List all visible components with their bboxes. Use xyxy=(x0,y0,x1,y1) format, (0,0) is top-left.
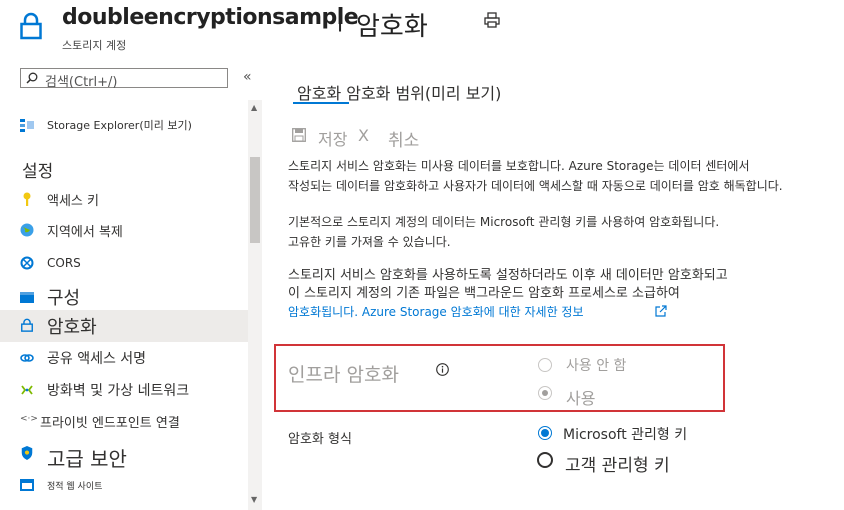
network-icon xyxy=(21,385,33,395)
infra-enabled-label: 사용 xyxy=(566,389,596,408)
website-icon xyxy=(20,479,34,491)
description-existing-files: 스토리지 서비스 암호화를 사용하도록 설정하더라도 이후 새 데이터만 암호화… xyxy=(288,267,828,322)
sidebar-item-label: 구성 xyxy=(47,288,81,309)
discard-button[interactable]: X xyxy=(358,126,369,145)
resource-name: doubleencryptionsample xyxy=(62,5,359,30)
sidebar-item-label: 프라이빗 엔드포인트 연결 xyxy=(40,415,180,431)
tab-encryption[interactable]: 암호화 암호화 범위(미리 보기) xyxy=(297,80,501,104)
info-icon[interactable] xyxy=(436,363,449,376)
storage-explorer-icon xyxy=(20,119,34,132)
configuration-icon xyxy=(20,292,34,303)
description-line: 고유한 키를 가져올 수 있습니다. xyxy=(288,235,451,249)
key-icon xyxy=(23,192,31,206)
customer-managed-key-label: 고객 관리형 키 xyxy=(565,456,670,476)
sidebar-item-shared-access-signature[interactable]: 공유 액세스 서명 xyxy=(0,347,248,369)
scroll-up-icon[interactable]: ▲ xyxy=(251,103,257,112)
sidebar-item-label: 암호화 xyxy=(47,317,97,338)
sidebar-item-label: 고급 보안 xyxy=(47,446,127,471)
microsoft-managed-key-radio[interactable] xyxy=(538,426,552,440)
title-separator: | xyxy=(336,4,345,32)
save-button[interactable]: 저장 xyxy=(318,126,347,150)
sidebar-item-label: CORS xyxy=(47,256,81,270)
search-placeholder: 검색(Ctrl+/) xyxy=(45,75,118,90)
globe-icon xyxy=(20,223,34,237)
infrastructure-encryption-label: 인프라 암호화 xyxy=(288,364,399,386)
description-storage-encryption: 스토리지 서비스 암호화는 미사용 데이터를 보호합니다. Azure Stor… xyxy=(288,156,828,196)
sidebar-item-firewall-vnet[interactable]: 방화벽 및 가상 네트워크 xyxy=(0,379,248,401)
sidebar-item-cors[interactable]: CORS xyxy=(0,252,248,274)
sidebar-item-advanced-security[interactable]: 고급 보안 xyxy=(0,443,248,471)
sidebar-item-label: 방화벽 및 가상 네트워크 xyxy=(47,383,190,399)
scroll-down-icon[interactable]: ▼ xyxy=(251,495,257,504)
sidebar-item-access-keys[interactable]: 액세스 키 xyxy=(0,188,248,210)
tab-selected-indicator xyxy=(293,102,349,104)
external-link-icon[interactable] xyxy=(655,305,667,317)
microsoft-managed-key-label: Microsoft 관리형 키 xyxy=(563,427,688,443)
cors-icon xyxy=(20,256,34,270)
endpoint-icon: <·> xyxy=(20,414,38,424)
sidebar-item-label: Storage Explorer(미리 보기) xyxy=(47,119,192,132)
description-default-keys: 기본적으로 스토리지 계정의 데이터는 Microsoft 관리형 키를 사용하… xyxy=(288,212,828,252)
sidebar-item-static-website[interactable]: 정적 웹 사이트 xyxy=(0,476,248,494)
shield-icon xyxy=(21,446,33,460)
sidebar-item-geo-replication[interactable]: 지역에서 복제 xyxy=(0,219,248,241)
infra-disabled-label: 사용 안 함 xyxy=(566,358,627,374)
sidebar-item-configuration[interactable]: 구성 xyxy=(0,285,248,309)
sidebar-item-encryption[interactable]: 암호화 xyxy=(0,310,248,342)
sidebar-item-label: 지역에서 복제 xyxy=(47,224,123,240)
customer-managed-key-radio[interactable] xyxy=(537,452,553,468)
lock-icon xyxy=(20,12,42,40)
infra-enabled-radio[interactable] xyxy=(538,386,552,400)
sidebar-item-label: 공유 액세스 서명 xyxy=(47,351,147,367)
sidebar-item-label: 액세스 키 xyxy=(47,193,99,209)
cancel-button[interactable]: 취소 xyxy=(388,126,419,151)
search-icon xyxy=(26,72,38,84)
print-icon[interactable] xyxy=(484,12,500,28)
page-title: 암호화 xyxy=(356,12,428,42)
sidebar-item-private-endpoints[interactable]: <·> 프라이빗 엔드포인트 연결 xyxy=(0,410,248,432)
save-icon xyxy=(292,128,306,142)
description-line: 스토리지 서비스 암호화를 사용하도록 설정하더라도 이후 새 데이터만 암호화… xyxy=(288,268,728,283)
sidebar-item-label: 정적 웹 사이트 xyxy=(47,481,103,492)
encryption-type-label: 암호화 형식 xyxy=(288,432,352,447)
search-input[interactable]: 검색(Ctrl+/) xyxy=(20,68,228,90)
link-icon xyxy=(20,354,34,362)
settings-section-header: 설정 xyxy=(22,162,54,182)
description-line: 이 스토리지 계정의 기존 파일은 백그라운드 암호화 프로세스로 소급하여 xyxy=(288,286,680,301)
description-line: 작성되는 데이터를 암호화하고 사용자가 데이터에 액세스할 때 자동으로 데이… xyxy=(288,179,783,193)
sidebar-item-storage-explorer[interactable]: Storage Explorer(미리 보기) xyxy=(0,114,248,136)
collapse-sidebar-button[interactable]: « xyxy=(243,69,252,85)
infra-disabled-radio[interactable] xyxy=(538,358,552,372)
learn-more-link[interactable]: 암호화됩니다. Azure Storage 암호화에 대한 자세한 정보 xyxy=(288,305,584,319)
description-line: 스토리지 서비스 암호화는 미사용 데이터를 보호합니다. Azure Stor… xyxy=(288,159,750,173)
description-line: 기본적으로 스토리지 계정의 데이터는 Microsoft 관리형 키를 사용하… xyxy=(288,215,720,229)
resource-type: 스토리지 계정 xyxy=(62,39,127,52)
scrollbar-thumb[interactable] xyxy=(250,157,260,243)
lock-icon xyxy=(21,318,33,332)
